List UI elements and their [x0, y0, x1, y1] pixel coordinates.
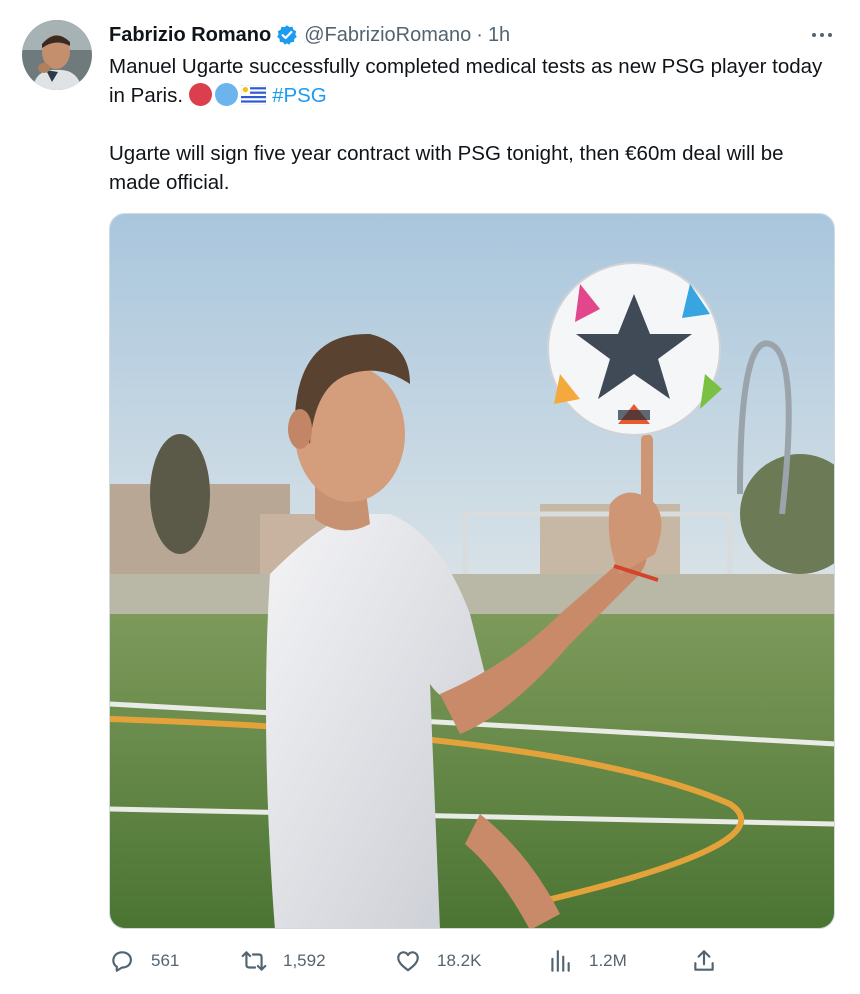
author-name[interactable]: Fabrizio Romano: [109, 24, 271, 47]
view-count: 1.2M: [589, 951, 627, 970]
retweet-icon: [241, 951, 267, 971]
tweet[interactable]: Fabrizio Romano @FabrizioRomano · 1h Man…: [0, 0, 860, 994]
tweet-timestamp[interactable]: 1h: [488, 24, 510, 47]
author-handle[interactable]: @FabrizioRomano: [304, 24, 471, 47]
photo-illustration: [110, 214, 834, 928]
reply-icon: [112, 951, 132, 972]
tweet-photo[interactable]: [109, 213, 835, 929]
views-chart-icon: [551, 950, 570, 972]
tweet-action-bar: 561 1,592 18.2K 1.2M: [109, 946, 729, 976]
retweet-count: 1,592: [283, 951, 326, 970]
blue-circle-emoji-icon: [215, 83, 239, 106]
author-avatar[interactable]: [22, 20, 92, 90]
uruguay-flag-icon: [240, 84, 267, 106]
tweet-paragraph-2: Ugarte will sign five year contract with…: [109, 142, 784, 194]
reply-count: 561: [151, 951, 180, 970]
share-icon: [694, 950, 714, 971]
tweet-header: Fabrizio Romano @FabrizioRomano · 1h: [109, 22, 510, 48]
verified-badge-icon: [276, 24, 298, 46]
share-button[interactable]: [691, 946, 717, 976]
red-circle-emoji-icon: [189, 83, 213, 106]
tweet-paragraph-1: Manuel Ugarte successfully completed med…: [109, 52, 834, 110]
views-button[interactable]: 1.2M: [547, 946, 627, 976]
hashtag-link[interactable]: #PSG: [272, 84, 327, 107]
retweet-button[interactable]: 1,592: [241, 946, 326, 976]
more-options-button[interactable]: [806, 22, 838, 48]
like-count: 18.2K: [437, 951, 482, 970]
tweet-text: Manuel Ugarte successfully completed med…: [109, 52, 834, 197]
heart-icon: [397, 951, 419, 972]
like-button[interactable]: 18.2K: [395, 946, 481, 976]
reply-button[interactable]: 561: [109, 946, 179, 976]
more-dots-icon: [812, 33, 832, 37]
header-separator: ·: [476, 23, 483, 46]
